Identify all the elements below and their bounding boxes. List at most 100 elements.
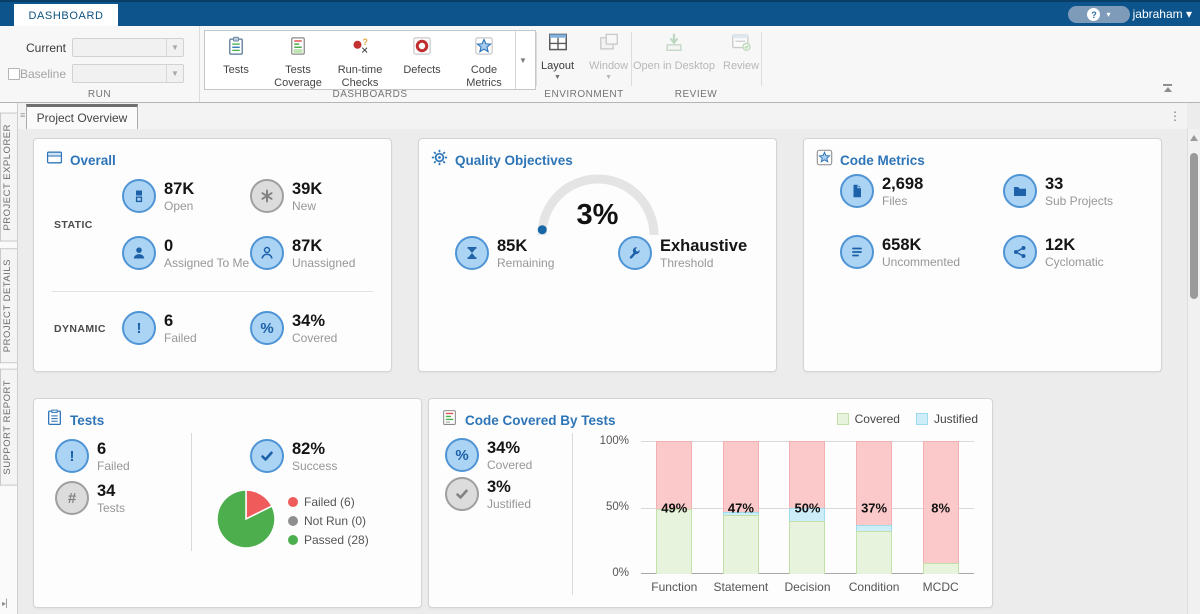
chevron-down-icon: ▼ xyxy=(605,74,612,81)
button-label: Window xyxy=(589,60,628,72)
coverage-doc-icon xyxy=(441,409,458,431)
button-label: Defects xyxy=(403,64,440,77)
code-metrics-dashboard-button[interactable]: Code Metrics xyxy=(453,31,515,89)
tab-project-overview[interactable]: Project Overview xyxy=(26,104,138,129)
current-label: Current xyxy=(0,41,72,55)
document-tabbar: ≡ Project Overview ⋮ xyxy=(18,103,1187,129)
button-label: Layout xyxy=(541,60,574,72)
splitter-handle-icon[interactable]: ≡ xyxy=(20,110,25,120)
dashboards-more-button[interactable]: ▼ xyxy=(515,31,530,89)
chevron-down-icon: ▼ xyxy=(166,39,183,56)
open-issues-icon xyxy=(122,179,156,213)
card-title: Code Metrics xyxy=(840,153,925,168)
assigned-person-icon xyxy=(122,236,156,270)
new-issues-icon xyxy=(250,179,284,213)
percent-icon: % xyxy=(250,311,284,345)
bar-segment-uncovered xyxy=(789,441,825,508)
open-in-desktop-button[interactable]: Open in Desktop xyxy=(633,31,715,72)
code-metrics-star-icon xyxy=(474,36,494,61)
x-axis-category-label: Statement xyxy=(714,580,769,594)
sidebar-tab-project-explorer[interactable]: PROJECT EXPLORER xyxy=(0,113,17,242)
review-group: Open in Desktop Review REVIEW xyxy=(631,26,761,102)
bar-value-label: 8% xyxy=(931,500,950,515)
coverage-legend-item: Justified xyxy=(916,412,978,426)
bar-segment-covered xyxy=(789,521,825,574)
check-icon xyxy=(445,477,479,511)
tray-icon xyxy=(46,149,63,171)
bar-segment-covered xyxy=(923,563,959,574)
vertical-scrollbar[interactable] xyxy=(1187,129,1200,614)
button-label: Review xyxy=(723,60,759,72)
divider xyxy=(52,291,373,292)
baseline-run-dropdown[interactable]: ▼ xyxy=(72,64,184,83)
layout-button[interactable]: Layout ▼ xyxy=(541,31,574,81)
review-group-label: REVIEW xyxy=(631,89,761,100)
x-axis-category-label: Decision xyxy=(784,580,830,594)
window-icon xyxy=(598,31,620,58)
stat-tests-count: # 34Tests xyxy=(55,481,125,516)
stat-files: 2,698Files xyxy=(840,174,923,209)
button-label: Open in Desktop xyxy=(633,60,715,72)
sidebar-tab-support-report[interactable]: SUPPORT REPORT xyxy=(0,369,17,486)
review-button[interactable]: Review xyxy=(723,31,759,72)
notrun-legend-dot xyxy=(288,516,298,526)
button-label: Code Metrics xyxy=(453,64,515,89)
coverage-bar-condition: 37%Condition xyxy=(856,441,892,574)
stat-tests-failed: ! 6Failed xyxy=(55,439,130,474)
hourglass-icon xyxy=(455,236,489,270)
percent-icon: % xyxy=(445,438,479,472)
hash-icon: # xyxy=(55,481,89,515)
pie-legend-item: Failed (6) xyxy=(288,495,369,509)
stat-covered: % 34%Covered xyxy=(250,311,337,346)
gauge-value: 3% xyxy=(528,199,668,232)
runtime-checks-dashboard-button[interactable]: ?✕ Run-time Checks xyxy=(329,31,391,89)
bar-segment-covered xyxy=(656,509,692,574)
card-title: Code Covered By Tests xyxy=(465,413,616,428)
coverage-legend-item: Covered xyxy=(837,412,900,426)
tests-pie-legend: Failed (6) Not Run (0) Passed (28) xyxy=(288,495,369,547)
baseline-label: Baseline xyxy=(0,67,72,81)
tests-pie-wrap xyxy=(214,487,278,551)
tests-coverage-dashboard-button[interactable]: Tests Coverage xyxy=(267,31,329,89)
collapse-ribbon-icon xyxy=(1163,84,1172,86)
covered-legend-swatch xyxy=(837,413,849,425)
run-group: Current ▼ Baseline ▼ RUN xyxy=(0,26,200,102)
text-lines-icon xyxy=(840,235,874,269)
review-icon xyxy=(730,31,752,58)
collapse-ribbon-icon xyxy=(1164,87,1172,92)
x-axis-category-label: Condition xyxy=(849,580,900,594)
bar-segment-covered xyxy=(723,515,759,574)
open-in-desktop-icon xyxy=(663,31,685,58)
tab-options-kebab-icon[interactable]: ⋮ xyxy=(1169,109,1181,123)
ribbon-tab-dashboard[interactable]: DASHBOARD xyxy=(14,4,118,28)
quality-gauge: 3% xyxy=(528,165,668,243)
runtime-checks-icon: ?✕ xyxy=(350,36,370,61)
tests-dashboard-button[interactable]: Tests xyxy=(205,31,267,89)
file-icon xyxy=(840,174,874,208)
toolstrip: Current ▼ Baseline ▼ RUN Tests Tests Cov… xyxy=(0,26,1200,103)
divider xyxy=(572,433,573,595)
tests-coverage-icon xyxy=(288,36,308,61)
coverage-bar-decision: 50%Decision xyxy=(789,441,825,574)
scrollbar-thumb[interactable] xyxy=(1190,153,1198,299)
clipboard-icon xyxy=(46,409,63,431)
environment-group-label: ENVIRONMENT xyxy=(537,89,631,100)
user-menu[interactable]: jabraham ▾ xyxy=(1133,7,1192,21)
collapse-ribbon-button[interactable] xyxy=(1163,84,1172,92)
window-button[interactable]: Window ▼ xyxy=(589,31,628,81)
scroll-up-arrow-icon[interactable] xyxy=(1190,135,1198,141)
tests-pie-chart xyxy=(214,487,278,551)
chevron-down-icon: ▼ xyxy=(166,65,183,82)
chevron-down-icon: ▼ xyxy=(554,74,561,81)
dashboards-group-label: DASHBOARDS xyxy=(204,89,536,100)
defects-dashboard-button[interactable]: Defects xyxy=(391,31,453,89)
sidebar-tab-project-details[interactable]: PROJECT DETAILS xyxy=(0,248,17,363)
sidebar-collapse-icon[interactable]: ▸▏ xyxy=(2,599,12,608)
bar-value-label: 37% xyxy=(861,500,887,515)
toolbar-separator xyxy=(761,32,762,86)
help-menu[interactable]: ? ▾ xyxy=(1068,6,1130,23)
current-run-dropdown[interactable]: ▼ xyxy=(72,38,184,57)
coverage-legend: Covered Justified xyxy=(837,412,978,426)
stat-open: 87KOpen xyxy=(122,179,194,214)
x-axis-category-label: MCDC xyxy=(923,580,959,594)
